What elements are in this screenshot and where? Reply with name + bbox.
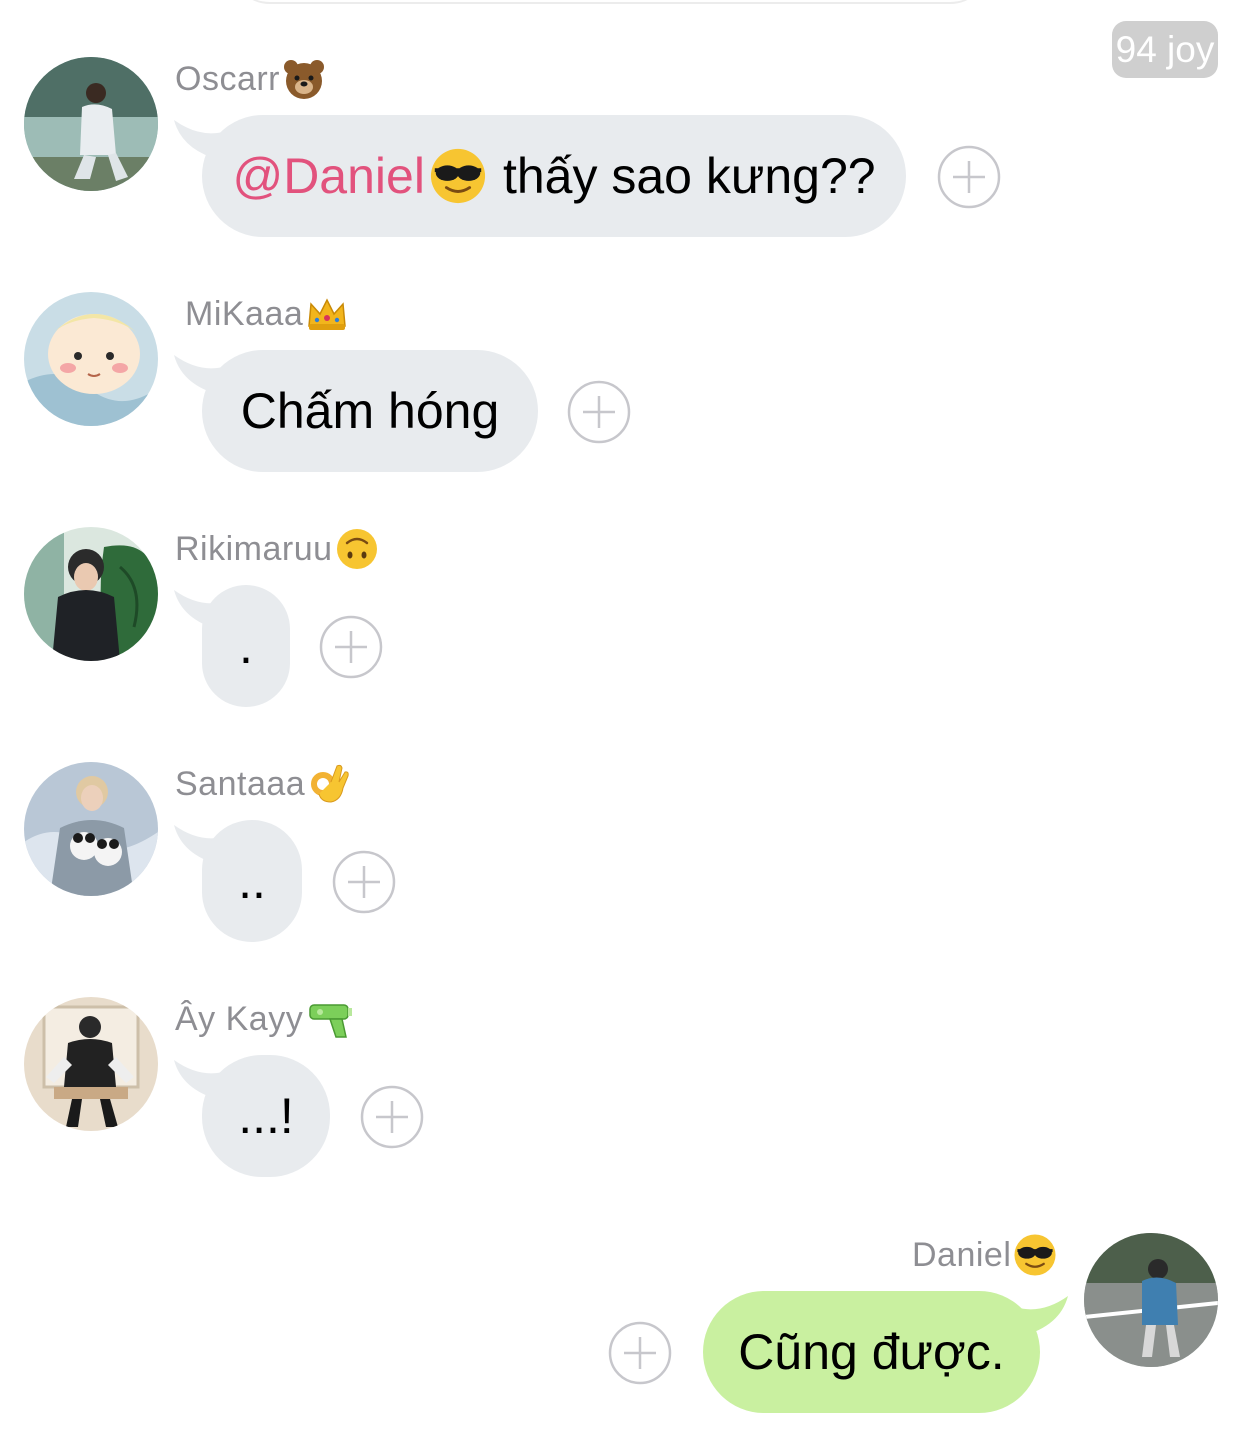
message-bubble-aykayy[interactable]: ...! [202, 1055, 330, 1177]
sender-name-oscarr: Oscarr [175, 54, 326, 104]
avatar-rikimaruu[interactable] [24, 527, 158, 661]
bear-emoji-icon [284, 60, 324, 99]
ok-hand-emoji-icon [311, 764, 349, 803]
add-reaction-plus-icon[interactable] [360, 1085, 424, 1149]
sunglasses-emoji-icon [429, 147, 487, 205]
avatar-mikaaa[interactable] [24, 292, 158, 426]
sender-name-rikimaruu: Rikimaruu [175, 524, 379, 574]
message-bubble-daniel[interactable]: Cũng được. [703, 1291, 1040, 1413]
avatar-oscarr[interactable] [24, 57, 158, 191]
add-reaction-plus-icon[interactable] [332, 850, 396, 914]
add-reaction-plus-icon[interactable] [567, 380, 631, 444]
sender-label: Rikimaruu [175, 529, 333, 568]
sunglasses-emoji-icon [1013, 1233, 1057, 1277]
message-text: Chấm hóng [240, 383, 500, 439]
sender-label: Santaaa [175, 764, 306, 803]
message-text: .. [238, 853, 266, 909]
message-bubble-mikaaa[interactable]: Chấm hóng [202, 350, 538, 472]
message-bubble-rikimaruu[interactable]: . [202, 585, 290, 707]
sender-name-santaaa: Santaaa [175, 759, 351, 809]
crown-emoji-icon [308, 298, 347, 330]
avatar-santaaa[interactable] [24, 762, 158, 896]
sender-name-mikaaa: MiKaaa [185, 289, 349, 339]
sender-label: Ây Kayy [175, 999, 304, 1038]
water-pistol-emoji-icon [309, 1004, 353, 1038]
message-bubble-santaaa[interactable]: .. [202, 820, 302, 942]
mention-daniel[interactable]: @Daniel [232, 147, 425, 205]
joy-count-badge[interactable]: 94 joy [1112, 21, 1218, 78]
sender-name-daniel: Daniel [912, 1230, 1057, 1280]
avatar-aykayy[interactable] [24, 997, 158, 1131]
avatar-daniel[interactable] [1084, 1233, 1218, 1367]
message-text: ...! [238, 1088, 294, 1144]
sender-label: Daniel [912, 1235, 1012, 1274]
add-reaction-plus-icon[interactable] [608, 1321, 672, 1385]
add-reaction-plus-icon[interactable] [319, 615, 383, 679]
previous-message-bubble-edge [230, 0, 990, 4]
message-bubble-oscarr[interactable]: @Daniel thấy sao kưng?? [202, 115, 906, 237]
message-text: . [239, 618, 253, 674]
sender-label: MiKaaa [185, 294, 304, 333]
message-text: Cũng được. [738, 1324, 1005, 1380]
sender-name-aykayy: Ây Kayy [175, 994, 355, 1044]
add-reaction-plus-icon[interactable] [937, 145, 1001, 209]
message-text: thấy sao kưng?? [502, 148, 876, 204]
sender-label: Oscarr [175, 59, 280, 98]
upside-down-face-emoji-icon [336, 529, 377, 569]
